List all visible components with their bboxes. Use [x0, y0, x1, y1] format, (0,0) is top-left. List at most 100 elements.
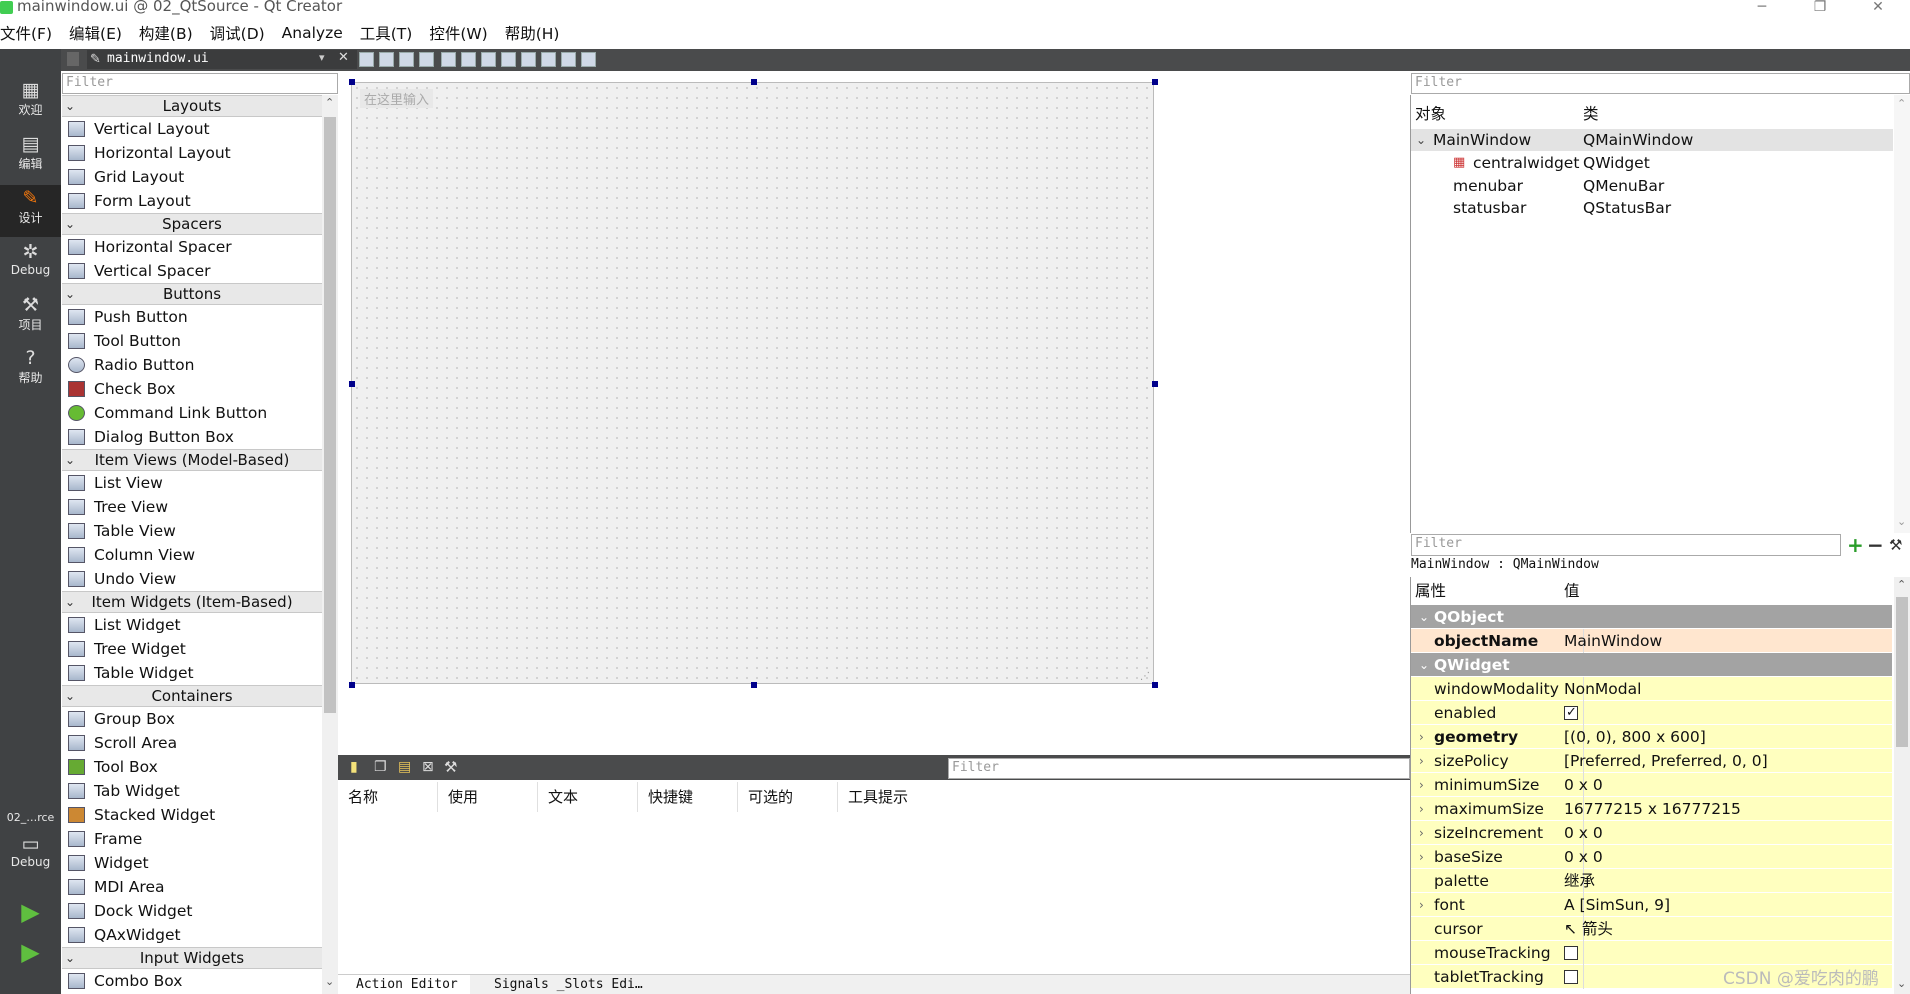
enabled-checkbox[interactable]	[1564, 701, 1578, 725]
category-layouts[interactable]: ⌄ Layouts	[62, 95, 322, 117]
minimize-icon[interactable]: ─	[1754, 0, 1770, 15]
column-name[interactable]: 名称	[338, 782, 438, 812]
selection-handle[interactable]	[1152, 682, 1158, 688]
chevron-right-icon[interactable]: ›	[1419, 797, 1424, 821]
column-tooltip[interactable]: 工具提示	[838, 782, 938, 812]
paste-action-icon[interactable]: ▤	[398, 759, 411, 775]
selection-handle[interactable]	[751, 682, 757, 688]
debug-run-button[interactable]: ▶	[0, 940, 61, 975]
main-window-form[interactable]: 在这里输入 ⋰	[351, 82, 1154, 684]
menu-file[interactable]: 文件(F)	[0, 22, 52, 44]
category-containers[interactable]: ⌄ Containers	[62, 685, 322, 707]
menu-edit[interactable]: 编辑(E)	[69, 22, 122, 44]
widget-undo-view[interactable]: Undo View	[62, 567, 322, 591]
scroll-up-icon[interactable]: ⌃	[325, 96, 334, 109]
property-filter-input[interactable]: Filter	[1411, 534, 1841, 556]
prop-sizepolicy[interactable]: › sizePolicy [Preferred, Preferred, 0, 0…	[1411, 749, 1892, 773]
close-document-icon[interactable]: ✕	[338, 50, 349, 65]
widget-vertical-spacer[interactable]: Vertical Spacer	[62, 259, 322, 283]
mode-edit[interactable]: ▤ 编辑	[0, 133, 61, 181]
scroll-up-icon[interactable]: ⌃	[1897, 97, 1906, 110]
widget-radio-button[interactable]: Radio Button	[62, 353, 322, 377]
menu-help[interactable]: 帮助(H)	[505, 22, 560, 44]
scrollbar-thumb[interactable]	[324, 117, 336, 713]
scrollbar-thumb[interactable]	[1896, 597, 1908, 747]
category-item-widgets[interactable]: ⌄ Item Widgets (Item-Based)	[62, 591, 322, 613]
object-inspector-scrollbar[interactable]: ⌃ ⌄	[1894, 95, 1910, 533]
selection-handle[interactable]	[1152, 79, 1158, 85]
prop-minimumsize[interactable]: › minimumSize 0 x 0	[1411, 773, 1892, 797]
widget-form-layout[interactable]: Form Layout	[62, 189, 322, 213]
menu-analyze[interactable]: Analyze	[282, 24, 343, 42]
category-item-views[interactable]: ⌄ Item Views (Model-Based)	[62, 449, 322, 471]
chevron-right-icon[interactable]: ›	[1419, 821, 1424, 845]
mode-debug[interactable]: ✲ Debug	[0, 241, 61, 289]
widget-group-box[interactable]: Group Box	[62, 707, 322, 731]
widget-combo-box[interactable]: Combo Box	[62, 969, 322, 993]
restore-icon[interactable]: ❐	[1812, 0, 1828, 15]
remove-property-icon[interactable]: −	[1867, 533, 1884, 557]
edit-widgets-icon[interactable]	[359, 52, 374, 67]
tab-signals-slots-editor[interactable]: Signals _Slots Edi…	[478, 977, 643, 992]
prop-palette[interactable]: palette 继承	[1411, 869, 1892, 893]
tab-action-editor[interactable]: Action Editor	[338, 975, 470, 994]
widget-command-link-button[interactable]: Command Link Button	[62, 401, 322, 425]
prop-maximumsize[interactable]: › maximumSize 16777215 x 16777215	[1411, 797, 1892, 821]
object-row-menubar[interactable]: menubar QMenuBar	[1411, 175, 1893, 197]
prop-sizeincrement[interactable]: › sizeIncrement 0 x 0	[1411, 821, 1892, 845]
widget-horizontal-spacer[interactable]: Horizontal Spacer	[62, 235, 322, 259]
break-layout-icon[interactable]	[561, 52, 576, 67]
column-used[interactable]: 使用	[438, 782, 538, 812]
widget-vertical-layout[interactable]: Vertical Layout	[62, 117, 322, 141]
scroll-up-icon[interactable]: ⌃	[1897, 578, 1906, 591]
widget-push-button[interactable]: Push Button	[62, 305, 322, 329]
widget-tree-view[interactable]: Tree View	[62, 495, 322, 519]
selection-handle[interactable]	[751, 79, 757, 85]
widget-dock-widget[interactable]: Dock Widget	[62, 899, 322, 923]
widget-scroll-area[interactable]: Scroll Area	[62, 731, 322, 755]
splitter-horizontal-icon[interactable]	[481, 52, 496, 67]
header-object[interactable]: 对象	[1415, 103, 1446, 125]
widget-list-view[interactable]: List View	[62, 471, 322, 495]
object-row-statusbar[interactable]: statusbar QStatusBar	[1411, 197, 1893, 219]
widget-dialog-button-box[interactable]: Dialog Button Box	[62, 425, 322, 449]
object-row-centralwidget[interactable]: ▦ centralwidget QWidget	[1411, 152, 1893, 174]
widget-tree-widget[interactable]: Tree Widget	[62, 637, 322, 661]
delete-action-icon[interactable]: ⊠	[422, 759, 434, 775]
mode-help[interactable]: ? 帮助	[0, 347, 61, 395]
layout-grid-icon[interactable]	[541, 52, 556, 67]
edit-tab-order-icon[interactable]	[419, 52, 434, 67]
scroll-down-icon[interactable]: ⌄	[1897, 977, 1906, 990]
edit-buddies-icon[interactable]	[399, 52, 414, 67]
action-filter-input[interactable]: Filter	[948, 758, 1410, 779]
configure-icon[interactable]: ⚒	[1889, 536, 1902, 554]
header-property[interactable]: 属性	[1415, 579, 1565, 603]
group-qobject[interactable]: ⌄ QObject	[1411, 605, 1892, 629]
widget-list-widget[interactable]: List Widget	[62, 613, 322, 637]
scroll-down-icon[interactable]: ⌄	[1897, 515, 1906, 528]
close-icon[interactable]: ✕	[1870, 0, 1886, 15]
kit-project-label[interactable]: 02_…rce	[0, 811, 61, 831]
column-shortcut[interactable]: 快捷键	[638, 782, 738, 812]
chevron-right-icon[interactable]: ›	[1419, 773, 1424, 797]
widget-mdi-area[interactable]: MDI Area	[62, 875, 322, 899]
selection-handle[interactable]	[349, 682, 355, 688]
mousetracking-checkbox[interactable]	[1564, 946, 1578, 960]
add-property-icon[interactable]: +	[1847, 533, 1864, 557]
prop-basesize[interactable]: › baseSize 0 x 0	[1411, 845, 1892, 869]
prop-enabled[interactable]: enabled	[1411, 701, 1892, 725]
widget-stacked-widget[interactable]: Stacked Widget	[62, 803, 322, 827]
prop-objectname[interactable]: objectName MainWindow	[1411, 629, 1892, 653]
header-value[interactable]: 值	[1564, 579, 1580, 603]
widget-check-box[interactable]: Check Box	[62, 377, 322, 401]
widget-qaxwidget[interactable]: QAxWidget	[62, 923, 322, 947]
widget-widget[interactable]: Widget	[62, 851, 322, 875]
action-table-body[interactable]	[338, 812, 1410, 974]
mode-welcome[interactable]: ▦ 欢迎	[0, 79, 61, 127]
menu-tools[interactable]: 工具(T)	[360, 22, 413, 44]
widget-tab-widget[interactable]: Tab Widget	[62, 779, 322, 803]
prop-font[interactable]: › font A [SimSun, 9]	[1411, 893, 1892, 917]
mode-projects[interactable]: ⚒ 项目	[0, 294, 61, 342]
widget-table-widget[interactable]: Table Widget	[62, 661, 322, 685]
scroll-down-icon[interactable]: ⌄	[325, 975, 334, 988]
